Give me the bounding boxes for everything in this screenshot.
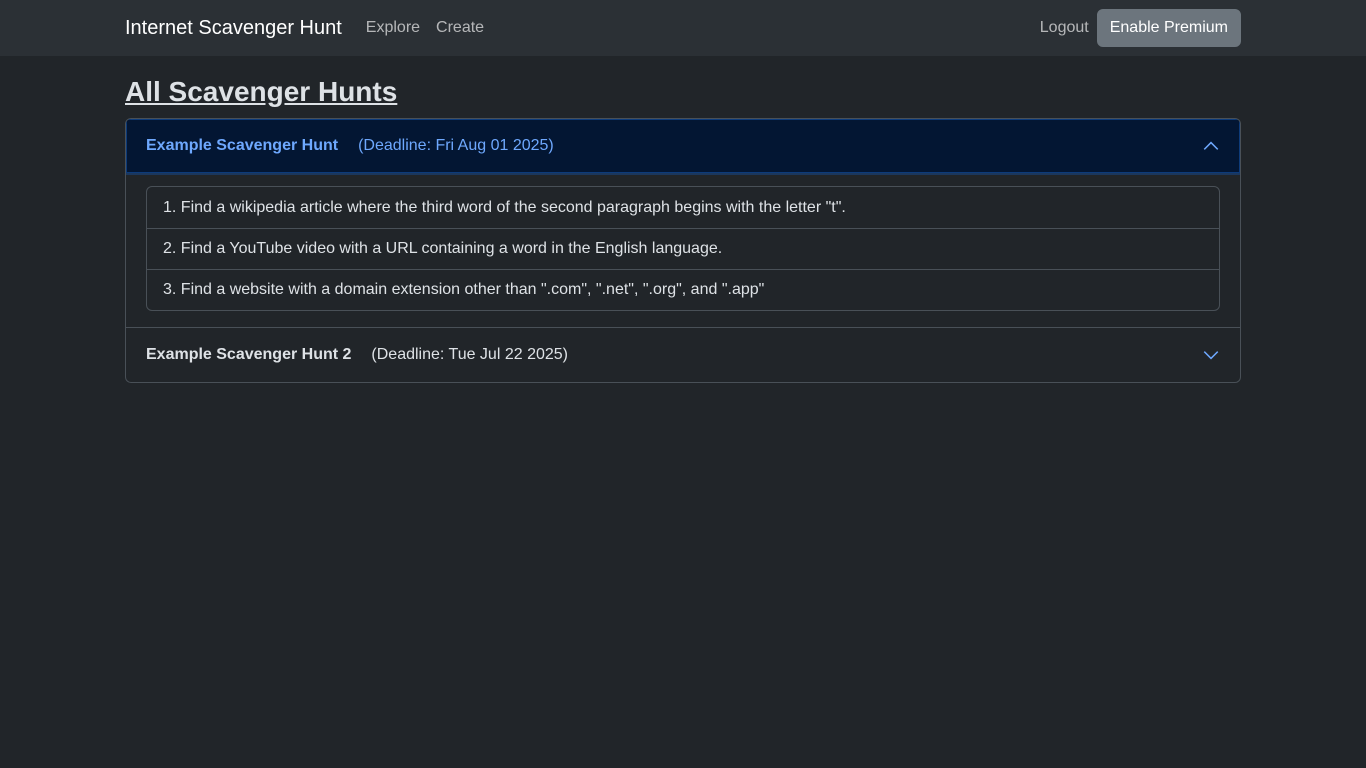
top-navbar: Internet Scavenger Hunt Explore Create L…	[0, 0, 1366, 56]
accordion-header-hunt-2[interactable]: Example Scavenger Hunt 2 (Deadline: Tue …	[126, 328, 1240, 382]
list-item: 1. Find a wikipedia article where the th…	[163, 198, 846, 216]
brand-link[interactable]: Internet Scavenger Hunt	[125, 17, 342, 40]
accordion-item-hunt-1: Example Scavenger Hunt (Deadline: Fri Au…	[126, 119, 1240, 327]
hunt-deadline: (Deadline: Tue Jul 22 2025)	[371, 346, 568, 363]
hunts-accordion: Example Scavenger Hunt (Deadline: Fri Au…	[125, 118, 1241, 383]
hunt-task-list: 1. Find a wikipedia article where the th…	[146, 186, 1220, 311]
navbar-inner: Internet Scavenger Hunt Explore Create L…	[125, 0, 1241, 56]
accordion-header-hunt-1[interactable]: Example Scavenger Hunt (Deadline: Fri Au…	[126, 119, 1240, 173]
accordion-body-hunt-1: 1. Find a wikipedia article where the th…	[126, 173, 1240, 327]
page-title: All Scavenger Hunts	[125, 76, 398, 107]
accordion-item-hunt-2: Example Scavenger Hunt 2 (Deadline: Tue …	[126, 327, 1240, 382]
enable-premium-button[interactable]: Enable Premium	[1096, 9, 1241, 47]
nav-link-explore[interactable]: Explore	[358, 19, 428, 37]
chevron-up-icon	[1203, 141, 1219, 150]
main-content: All Scavenger Hunts Example Scavenger Hu…	[125, 74, 1241, 383]
logout-link[interactable]: Logout	[1040, 19, 1089, 37]
nav-link-create[interactable]: Create	[428, 19, 492, 37]
list-item: 3. Find a website with a domain extensio…	[147, 269, 1219, 310]
hunt-title: Example Scavenger Hunt 2	[146, 346, 352, 363]
hunt-deadline: (Deadline: Fri Aug 01 2025)	[358, 137, 554, 154]
chevron-down-icon	[1203, 351, 1219, 360]
hunt-title: Example Scavenger Hunt	[146, 137, 339, 154]
list-item: 2. Find a YouTube video with a URL conta…	[147, 228, 1219, 269]
